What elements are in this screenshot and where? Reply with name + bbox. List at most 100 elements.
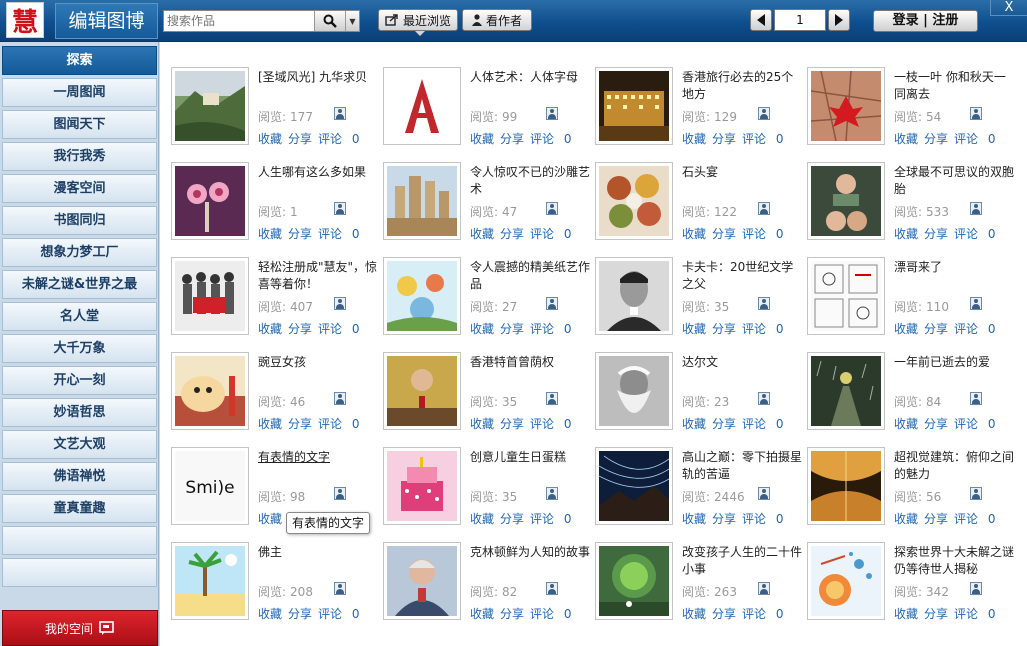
collect-link[interactable]: 收藏 <box>894 607 918 621</box>
view-author-button[interactable]: 看作者 <box>462 9 532 31</box>
sidebar-item-3[interactable]: 我行我秀 <box>2 142 157 171</box>
comment-link[interactable]: 评论 0 <box>530 607 577 621</box>
card-title[interactable]: 创意儿童生日蛋糕 <box>470 449 590 466</box>
card-title[interactable]: 香港特首曾荫权 <box>470 354 590 371</box>
card-title[interactable]: 达尔文 <box>682 354 802 371</box>
card-thumbnail[interactable] <box>595 67 673 145</box>
author-icon[interactable] <box>970 392 982 405</box>
card-thumbnail[interactable] <box>383 352 461 430</box>
author-icon[interactable] <box>546 107 558 120</box>
author-icon[interactable] <box>334 487 346 500</box>
login-register-button[interactable]: 登录 | 注册 <box>873 10 978 32</box>
sidebar-item-2[interactable]: 图闻天下 <box>2 110 157 139</box>
card-thumbnail[interactable] <box>807 162 885 240</box>
card-thumbnail[interactable] <box>171 352 249 430</box>
card-thumbnail[interactable] <box>595 447 673 525</box>
sidebar-item-5[interactable]: 书图同归 <box>2 206 157 235</box>
card-title[interactable]: 漂哥来了 <box>894 259 1014 276</box>
sidebar-item-10[interactable]: 开心一刻 <box>2 366 157 395</box>
card-thumbnail[interactable] <box>595 352 673 430</box>
card-title[interactable]: 卡夫卡：20世纪文学之父 <box>682 259 802 293</box>
sidebar-item-0[interactable]: 探索 <box>2 46 157 75</box>
card-thumbnail[interactable] <box>383 67 461 145</box>
card-title[interactable]: 克林顿鲜为人知的故事 <box>470 544 590 561</box>
author-icon[interactable] <box>970 487 982 500</box>
page-number-field[interactable]: 1 <box>774 9 826 31</box>
author-icon[interactable] <box>758 297 770 310</box>
share-link[interactable]: 分享 <box>500 607 524 621</box>
author-icon[interactable] <box>758 392 770 405</box>
author-icon[interactable] <box>970 582 982 595</box>
sidebar-item-13[interactable]: 佛语禅悦 <box>2 462 157 491</box>
author-icon[interactable] <box>546 202 558 215</box>
sidebar-item-14[interactable]: 童真童趣 <box>2 494 157 523</box>
my-space-button[interactable]: 我的空间 <box>2 610 158 646</box>
prev-page-button[interactable] <box>750 9 772 31</box>
card-title[interactable]: 豌豆女孩 <box>258 354 378 371</box>
collect-link[interactable]: 收藏 <box>258 607 282 621</box>
card-title[interactable]: 人体艺术：人体字母 <box>470 69 590 86</box>
card-thumbnail[interactable] <box>807 542 885 620</box>
card-thumbnail[interactable] <box>595 542 673 620</box>
card-thumbnail[interactable] <box>383 257 461 335</box>
sidebar-item-4[interactable]: 漫客空间 <box>2 174 157 203</box>
card-thumbnail[interactable] <box>383 162 461 240</box>
author-icon[interactable] <box>970 297 982 310</box>
comment-link[interactable]: 评论 0 <box>742 607 789 621</box>
author-icon[interactable] <box>546 392 558 405</box>
collect-link[interactable]: 收藏 <box>470 607 494 621</box>
author-icon[interactable] <box>546 582 558 595</box>
card-title[interactable]: 石头宴 <box>682 164 802 181</box>
collect-link[interactable]: 收藏 <box>682 607 706 621</box>
author-icon[interactable] <box>334 202 346 215</box>
next-page-button[interactable] <box>828 9 850 31</box>
card-title[interactable]: 一枝一叶 你和秋天一同离去 <box>894 69 1014 103</box>
card-title[interactable]: 超视觉建筑：俯仰之间的魅力 <box>894 449 1014 483</box>
card-thumbnail[interactable] <box>807 352 885 430</box>
card-title[interactable]: 有表情的文字 <box>258 449 378 466</box>
card-title[interactable]: [圣域风光] 九华求贝 <box>258 69 378 86</box>
search-button[interactable] <box>314 11 345 31</box>
card-thumbnail[interactable] <box>595 257 673 335</box>
card-title[interactable]: 探索世界十大未解之谜 仍等待世人揭秘 <box>894 544 1014 578</box>
sidebar-item-8[interactable]: 名人堂 <box>2 302 157 331</box>
share-link[interactable]: 分享 <box>712 607 736 621</box>
author-icon[interactable] <box>334 582 346 595</box>
sidebar-item-1[interactable]: 一周图闻 <box>2 78 157 107</box>
author-icon[interactable] <box>334 297 346 310</box>
card-thumbnail[interactable] <box>171 542 249 620</box>
author-icon[interactable] <box>758 487 770 500</box>
author-icon[interactable] <box>546 487 558 500</box>
sidebar-item-7[interactable]: 未解之谜&世界之最 <box>2 270 157 299</box>
sidebar-item-11[interactable]: 妙语哲思 <box>2 398 157 427</box>
author-icon[interactable] <box>970 202 982 215</box>
comment-link[interactable]: 评论 0 <box>954 607 1001 621</box>
search-dropdown-button[interactable]: ▼ <box>345 11 359 31</box>
card-thumbnail[interactable] <box>807 67 885 145</box>
card-thumbnail[interactable] <box>171 257 249 335</box>
sidebar-item-6[interactable]: 想象力梦工厂 <box>2 238 157 267</box>
author-icon[interactable] <box>970 107 982 120</box>
card-title[interactable]: 改变孩子人生的二十件小事 <box>682 544 802 578</box>
author-icon[interactable] <box>334 392 346 405</box>
card-title[interactable]: 佛主 <box>258 544 378 561</box>
card-title[interactable]: 香港旅行必去的25个地方 <box>682 69 802 103</box>
close-button[interactable]: X <box>990 0 1027 16</box>
share-link[interactable]: 分享 <box>924 607 948 621</box>
author-icon[interactable] <box>758 107 770 120</box>
author-icon[interactable] <box>334 107 346 120</box>
card-title[interactable]: 高山之巅：零下拍摄星轨的苦逼 <box>682 449 802 483</box>
card-thumbnail[interactable] <box>171 162 249 240</box>
author-icon[interactable] <box>758 582 770 595</box>
recent-browse-button[interactable]: 最近浏览 <box>378 9 458 36</box>
card-title[interactable]: 令人惊叹不已的沙雕艺术 <box>470 164 590 198</box>
author-icon[interactable] <box>758 202 770 215</box>
share-link[interactable]: 分享 <box>288 607 312 621</box>
card-thumbnail[interactable] <box>595 162 673 240</box>
card-title[interactable]: 轻松注册成"慧友"，惊喜等着你！ <box>258 259 378 293</box>
sidebar-item-12[interactable]: 文艺大观 <box>2 430 157 459</box>
search-input[interactable] <box>164 11 312 31</box>
card-title[interactable]: 令人震撼的精美纸艺作品 <box>470 259 590 293</box>
card-title[interactable]: 一年前已逝去的爱 <box>894 354 1014 371</box>
card-title[interactable]: 全球最不可思议的双胞胎 <box>894 164 1014 198</box>
